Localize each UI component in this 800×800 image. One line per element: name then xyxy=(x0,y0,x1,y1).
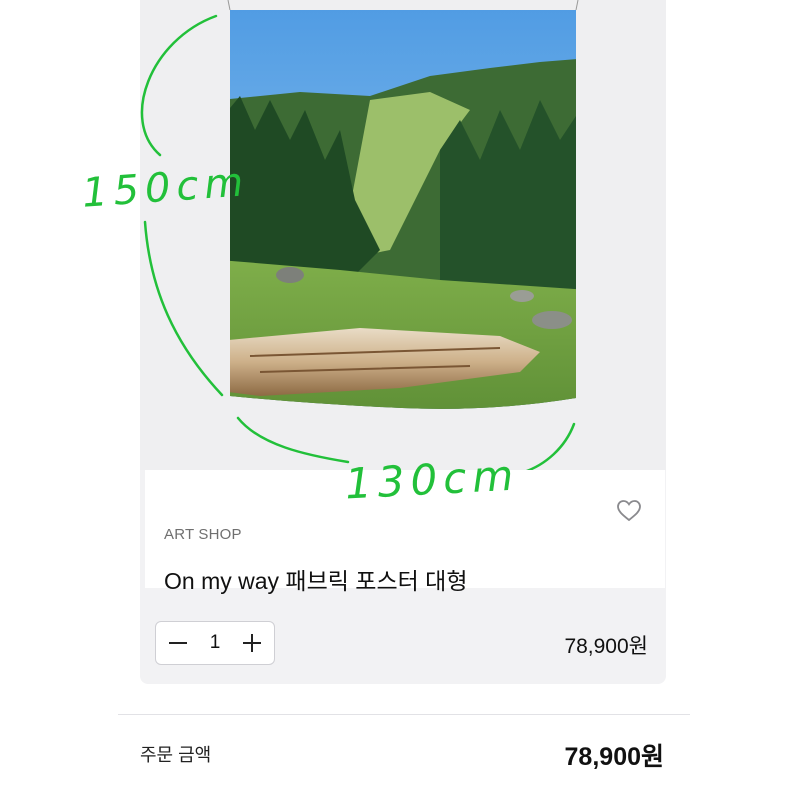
heart-icon xyxy=(617,500,641,522)
decrease-quantity-button[interactable] xyxy=(158,622,198,664)
shop-name[interactable]: ART SHOP xyxy=(164,526,242,543)
quantity-stepper: 1 xyxy=(155,621,275,665)
favorite-button[interactable] xyxy=(614,496,644,526)
width-annotation: 130cm xyxy=(343,450,521,509)
increase-quantity-button[interactable] xyxy=(232,622,272,664)
product-image[interactable] xyxy=(140,0,666,470)
divider xyxy=(118,714,690,715)
order-total: 78,900원 xyxy=(564,743,664,771)
plus-icon xyxy=(243,634,261,652)
minus-icon xyxy=(169,642,187,644)
poster-photo xyxy=(140,0,666,470)
quantity-value[interactable]: 1 xyxy=(196,622,234,664)
order-amount-label: 주문 금액 xyxy=(140,745,212,765)
item-price: 78,900원 xyxy=(564,635,648,658)
product-title[interactable]: On my way 패브릭 포스터 대형 xyxy=(164,562,467,596)
